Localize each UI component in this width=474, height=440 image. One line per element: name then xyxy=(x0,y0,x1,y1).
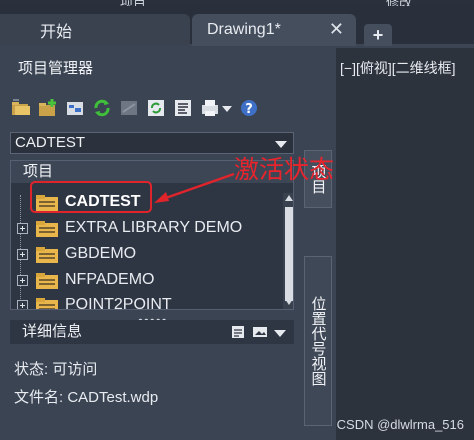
details-header[interactable]: 详细信息 xyxy=(10,320,294,344)
expand-plus-icon[interactable] xyxy=(17,249,28,260)
tab-drawing1-label: Drawing1* xyxy=(207,21,281,38)
annotation-text: 激活状态 xyxy=(234,156,335,184)
expand-plus-icon[interactable] xyxy=(17,275,28,286)
print-icon[interactable] xyxy=(199,97,233,119)
tab-start[interactable]: 开始 xyxy=(0,14,190,46)
scroll-down-icon[interactable] xyxy=(285,299,293,305)
details-image-view-icon[interactable] xyxy=(252,324,268,340)
sync-icon[interactable] xyxy=(145,97,167,119)
open-project-icon[interactable] xyxy=(10,97,32,119)
document-tab-bar: 开始 Drawing1* ✕ + xyxy=(0,6,474,46)
folder-icon xyxy=(35,246,59,264)
refresh-icon[interactable] xyxy=(91,97,113,119)
report-icon[interactable] xyxy=(172,97,194,119)
tab-drawing1[interactable]: Drawing1* ✕ xyxy=(192,14,356,46)
watermark: CSDN @dlwlrma_516 xyxy=(336,417,464,432)
tree-item-label: GBDEMO xyxy=(65,245,137,262)
folder-icon xyxy=(35,297,59,309)
new-project-icon[interactable] xyxy=(37,97,59,119)
scroll-up-icon[interactable] xyxy=(285,195,293,201)
scroll-thumb[interactable] xyxy=(285,207,293,301)
tree-item-label: NFPADEMO xyxy=(65,271,155,288)
details-status: 状态: 可访问 xyxy=(14,361,98,378)
annotation-arrow xyxy=(154,172,235,203)
viewport-controls-label[interactable]: [−][俯视][二维线框] xyxy=(340,58,456,78)
tree-scrollbar[interactable] xyxy=(283,193,293,309)
side-tab-location-label: 位置代号视图 xyxy=(309,296,327,386)
project-toolbar: ? xyxy=(10,96,260,120)
folder-icon xyxy=(35,220,59,238)
folder-icon xyxy=(35,272,59,290)
side-tab-location-view[interactable]: 位置代号视图 xyxy=(304,256,332,426)
chevron-down-icon xyxy=(275,141,287,148)
new-tab-button[interactable]: + xyxy=(364,24,392,46)
panel-title: 项目管理器 xyxy=(18,60,94,77)
close-icon[interactable]: ✕ xyxy=(329,19,344,40)
drawing-viewport[interactable] xyxy=(336,48,474,440)
disabled-tool-icon[interactable] xyxy=(118,97,140,119)
details-tools xyxy=(230,324,286,340)
annotation-highlight-box xyxy=(30,181,152,213)
details-header-label: 详细信息 xyxy=(22,323,83,340)
tree-item-label: EXTRA LIBRARY DEMO xyxy=(65,219,243,236)
chevron-down-icon[interactable] xyxy=(274,329,286,337)
project-settings-icon[interactable] xyxy=(64,97,86,119)
expand-plus-icon[interactable] xyxy=(17,300,28,309)
project-dropdown-value: CADTEST xyxy=(15,134,86,151)
tree-item-label: POINT2POINT xyxy=(65,296,172,310)
expand-plus-icon[interactable] xyxy=(17,223,28,234)
help-glyph: ? xyxy=(245,102,253,117)
tab-start-label: 开始 xyxy=(40,24,73,41)
details-text-view-icon[interactable] xyxy=(230,324,246,340)
details-filename: 文件名: CADTest.wdp xyxy=(14,389,159,406)
help-icon[interactable]: ? xyxy=(238,97,260,119)
